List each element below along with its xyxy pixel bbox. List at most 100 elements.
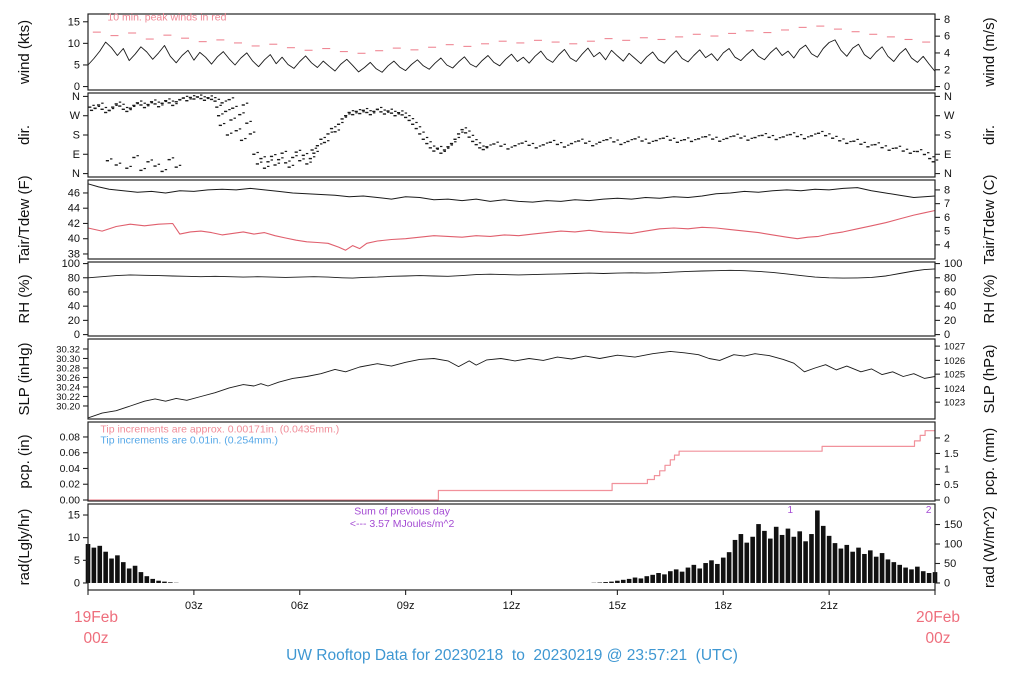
peak-wind-kts-dashes: [92, 25, 931, 54]
tair-left-axis-label: Tair/Tdew (F): [16, 175, 33, 263]
pcp-left-tick-label: 0.04: [60, 463, 81, 475]
pcp-left-tick-label: 0.06: [60, 447, 81, 459]
rh-right-axis-label: RH (%): [981, 274, 998, 323]
slp-left-tick-label: 30.30: [56, 354, 80, 365]
radiation-marker-2: 2: [926, 505, 932, 516]
rad-left-tick-label: 5: [74, 555, 80, 567]
rh-left-axis: 0 20 40 60 80 100: [62, 258, 88, 341]
tair-right-tick-label: 8: [944, 184, 950, 196]
slp-panel-border: [87, 338, 936, 420]
dir-right-tick-label: W: [944, 110, 955, 122]
rh-right-tick-label: 100: [944, 258, 962, 270]
wind-left-tick-label: 15: [68, 16, 80, 28]
wind-right-tick-label: 8: [944, 14, 950, 26]
dir-left-axis: NESWN: [70, 91, 88, 180]
tair-left-tick-label: 44: [68, 203, 80, 215]
dir-left-tick-label: N: [72, 168, 80, 180]
rh-right-axis: 0 20 40 60 80 100: [935, 258, 962, 341]
tair-right-tick-label: 5: [944, 226, 950, 238]
dir-right-axis: NESWN: [935, 91, 955, 180]
slp-left-tick-label: 30.26: [56, 373, 80, 384]
slp-left-tick-label: 30.24: [56, 382, 80, 393]
uw-rooftop-meteogram: 0 5 10 15 0 2 4 6 8 wind (kts) wind (m/s) 10 min. p…: [0, 0, 1024, 700]
x-tick-label: 03z: [185, 600, 203, 612]
rh-right-tick-label: 60: [944, 286, 956, 298]
slp-right-axis-label: SLP (hPa): [981, 345, 998, 414]
slp-left-tick-label: 30.22: [56, 392, 80, 403]
x-tick-label: 12z: [503, 600, 521, 612]
peak-winds-note: 10 min. peak winds in red: [107, 11, 226, 23]
pcp-right-tick-label: 1.5: [944, 448, 959, 460]
x-tick-date-label: 20Feb: [916, 609, 960, 626]
slp-left-tick-label: 30.32: [56, 344, 80, 355]
wind-right-tick-label: 6: [944, 31, 950, 43]
tair-left-axis: 3840424446: [68, 187, 88, 260]
x-axis: 19Feb 00z 03z 06z 09z 12z 15z 18z 21z 20Feb 00z: [74, 590, 960, 647]
dir-panel-border: [87, 92, 936, 178]
tair-left-tick-label: 42: [68, 218, 80, 230]
tair-left-tick-label: 40: [68, 233, 80, 245]
slp-right-tick-label: 1023: [944, 398, 965, 409]
pcp-left-tick-label: 0.00: [60, 494, 81, 506]
dir-left-tick-label: W: [70, 110, 81, 122]
pcp-right-axis: 0 0.5 1 1.5 2: [935, 432, 959, 506]
rh-left-tick-label: 60: [68, 286, 80, 298]
dir-right-tick-label: N: [944, 168, 952, 180]
rad-right-axis: 0 50 100 150: [935, 519, 962, 589]
slp-left-axis-label: SLP (inHg): [16, 342, 33, 415]
slp-right-tick-label: 1026: [944, 356, 965, 367]
pcp-left-tick-label: 0.02: [60, 479, 81, 491]
relative-humidity-pct-trace: [87, 268, 936, 279]
x-tick-label: 15z: [609, 600, 627, 612]
panel-dir: NESWNNESWNdir. dir.: [16, 91, 998, 180]
dewpoint-f-trace: [87, 209, 936, 251]
tair-right-tick-label: 6: [944, 212, 950, 224]
rad-right-axis-label: rad (W/m^2): [981, 506, 998, 588]
pcp-right-axis-label: pcp. (mm): [981, 428, 998, 496]
panel-rad: 051015050100150rad(Lgly/hr) rad (W/m^2)Su…: [16, 503, 998, 591]
slp-right-tick-label: 1025: [944, 370, 965, 381]
rh-left-tick-label: 0: [74, 329, 80, 341]
panel-tair: 384042444645678Tair/Tdew (F) Tair/Tdew (C…: [16, 174, 998, 264]
wind-panel-border: [87, 13, 936, 91]
rh-left-tick-label: 80: [68, 272, 80, 284]
wind-left-axis: 051015: [68, 16, 88, 93]
panel-rh: 0 20 40 60 80 100 0 20 40 60 80 100 RH (%) RH (%): [16, 258, 998, 341]
tair-right-axis: 45 6 7 8: [935, 184, 950, 251]
solar-radiation-lglyhr-bars: [85, 510, 938, 583]
rh-right-tick-label: 20: [944, 315, 956, 327]
rh-panel-border: [87, 261, 936, 337]
dir-right-axis-label: dir.: [981, 125, 998, 145]
rad-left-axis: 0 5 10 15: [68, 510, 88, 589]
wind-right-axis: 02468: [935, 14, 950, 93]
wind-right-tick-label: 4: [944, 47, 950, 59]
panel-pcp: 0.00 0.02 0.04 0.06 0.08 0 0.5 1 1.5 2 pcp. (in) pc…: [16, 421, 998, 506]
tair-right-tick-label: 4: [944, 239, 950, 251]
meteogram-chart: 05101502468wind (kts) wind (m/s)10 min. p…: [16, 11, 998, 647]
panel-wind: 05101502468wind (kts) wind (m/s)10 min. p…: [16, 11, 998, 93]
rh-right-tick-label: 40: [944, 301, 956, 313]
pcp-right-tick-label: 1: [944, 463, 950, 475]
radiation-sum-note-line1: Sum of previous day: [354, 506, 450, 518]
pcp-right-tick-label: 0.5: [944, 479, 959, 491]
rh-right-tick-label: 80: [944, 272, 956, 284]
wind-left-tick-label: 5: [74, 59, 80, 71]
rad-right-tick-label: 50: [944, 558, 956, 570]
x-tick-label: 21z: [820, 600, 838, 612]
x-tick-label: 18z: [714, 600, 732, 612]
dir-left-axis-label: dir.: [16, 125, 33, 145]
x-tick-date-label: 19Feb: [74, 609, 118, 626]
rad-right-tick-label: 100: [944, 539, 962, 551]
air-temperature-f-trace: [87, 183, 936, 203]
tair-left-tick-label: 46: [68, 187, 80, 199]
pcp-right-tick-label: 2: [944, 432, 950, 444]
rh-left-tick-label: 20: [68, 315, 80, 327]
rad-panel-border: [87, 503, 936, 591]
rad-right-tick-label: 0: [944, 577, 950, 589]
rad-left-tick-label: 0: [74, 577, 80, 589]
x-tick-date-sublabel: 00z: [84, 630, 109, 647]
rh-left-tick-label: 40: [68, 301, 80, 313]
dir-right-tick-label: S: [944, 130, 951, 142]
wind-right-axis-label: wind (m/s): [981, 17, 998, 87]
dir-left-tick-label: S: [73, 130, 80, 142]
